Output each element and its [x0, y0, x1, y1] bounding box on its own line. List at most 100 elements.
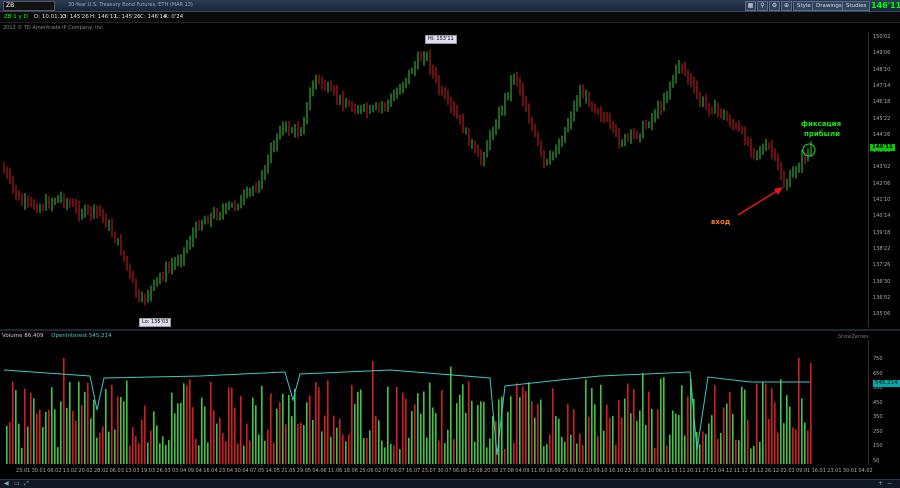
zoom-icon[interactable]: ⊕ [781, 1, 792, 11]
time-tick-label: 21.05 [281, 468, 296, 474]
volume-bar [582, 445, 584, 464]
volume-bar [87, 382, 89, 464]
drawings-menu-button[interactable]: Drawings [812, 1, 846, 11]
take-profit-line2: прибыли [804, 130, 841, 138]
volume-bar [309, 395, 311, 464]
time-tick-label: 11.12 [733, 468, 748, 474]
volume-bar [150, 430, 152, 464]
volume-bar [201, 397, 203, 464]
volume-bar [261, 385, 263, 464]
volume-bar [339, 418, 341, 464]
volume-chart[interactable] [0, 340, 868, 465]
volume-bar [189, 379, 191, 464]
price-axis[interactable]: 150'02 149'06 148'10 147'14 146'18 145'22 144'… [868, 32, 900, 327]
volume-bar [333, 415, 335, 464]
volume-tick-label: 350 [873, 414, 883, 420]
time-tick-label: 09.01 [796, 468, 811, 474]
volume-bar [423, 391, 425, 464]
volume-bar [522, 386, 524, 464]
price-chart[interactable] [0, 32, 868, 327]
volume-bar [489, 438, 491, 464]
volume-bar [159, 443, 161, 464]
grid-icon[interactable]: ▦ [745, 1, 756, 11]
volume-bar [687, 396, 689, 464]
time-axis[interactable]: 23.01 30.01 06.02 13.02 20.02 28.02 06.03 13.03… [0, 466, 873, 478]
volume-bar [390, 444, 392, 464]
time-tick-label: 13.08 [468, 468, 483, 474]
time-tick-label: 25.06 [359, 468, 374, 474]
pane-divider[interactable] [0, 329, 900, 331]
volume-bar [672, 410, 674, 464]
time-tick-label: 23.04 [218, 468, 234, 474]
volume-bar [291, 416, 293, 464]
settings-icon[interactable]: ⚙ [769, 1, 780, 11]
volume-bar [288, 394, 290, 464]
volume-bar [615, 444, 617, 464]
volume-bar [303, 424, 305, 464]
volume-label: Volume [2, 333, 23, 339]
volume-bar [765, 383, 767, 464]
volume-bar [231, 387, 233, 464]
volume-bar [369, 430, 371, 464]
volume-bar [393, 445, 395, 464]
volume-bar [624, 398, 626, 464]
volume-tick-label: 250 [873, 428, 883, 435]
volume-bar [243, 445, 245, 464]
volume-bar [531, 400, 533, 464]
volume-bar [324, 415, 326, 464]
volume-bar [555, 416, 557, 464]
volume-bar [483, 401, 485, 464]
volume-bar [705, 434, 707, 464]
volume-bar [153, 411, 155, 464]
volume-bar [75, 420, 77, 464]
volume-bar [468, 381, 470, 464]
volume-bar [399, 448, 401, 464]
volume-bar [18, 423, 20, 464]
volume-bar [255, 405, 257, 464]
volume-bar [756, 383, 758, 464]
time-tick-label: 23.07 [421, 468, 436, 474]
symbol-input[interactable]: ZB [3, 1, 55, 11]
volume-bar [54, 409, 56, 464]
volume-bar [753, 446, 755, 464]
time-tick-label: 09.07 [390, 468, 405, 474]
link-icon[interactable]: ⚲ [757, 1, 768, 11]
volume-bar [807, 430, 809, 464]
quote-symbol-period[interactable]: ZB 1 y D [4, 13, 28, 21]
volume-bar [306, 402, 308, 464]
volume-bar [123, 401, 125, 464]
copyright-text: 2012 © TD Ameritrade IP Company, Inc. [3, 25, 105, 31]
volume-bar [258, 434, 260, 464]
volume-tick-label: 650 [873, 370, 883, 377]
volume-bar [156, 425, 158, 464]
volume-bar [630, 413, 632, 464]
volume-bar [96, 437, 98, 464]
price-tick-label: 136'02 [873, 294, 891, 301]
volume-bar [405, 398, 407, 464]
volume-bar [762, 381, 764, 464]
time-tick-label: 18.09 [546, 468, 561, 474]
volume-bar [561, 436, 563, 464]
studies-menu-button[interactable]: Studies [842, 1, 871, 11]
time-tick-label: 27.08 [499, 468, 514, 474]
volume-bar [429, 382, 431, 464]
volume-bar [618, 399, 620, 464]
time-tick-label: 20.08 [484, 468, 499, 474]
time-tick-label: 14.05 [265, 468, 280, 474]
time-tick-label: 30.01 [842, 468, 858, 474]
volume-bar [249, 440, 251, 464]
volume-bar [297, 424, 299, 464]
quote-bar: ZB 1 y D D: 10.01.13 O: 145'26 H: 146'17… [0, 12, 900, 23]
volume-bar [267, 429, 269, 464]
volume-bar [627, 383, 629, 464]
volume-bar [318, 387, 320, 464]
volume-bar [120, 396, 122, 464]
volume-bar [228, 387, 230, 464]
volume-bar [699, 444, 701, 464]
volume-bar [171, 392, 173, 464]
volume-bar [48, 410, 50, 464]
volume-bar [738, 440, 740, 464]
volume-bar [435, 413, 437, 464]
volume-bar [621, 417, 623, 464]
time-tick-label: 30.10 [640, 468, 655, 474]
